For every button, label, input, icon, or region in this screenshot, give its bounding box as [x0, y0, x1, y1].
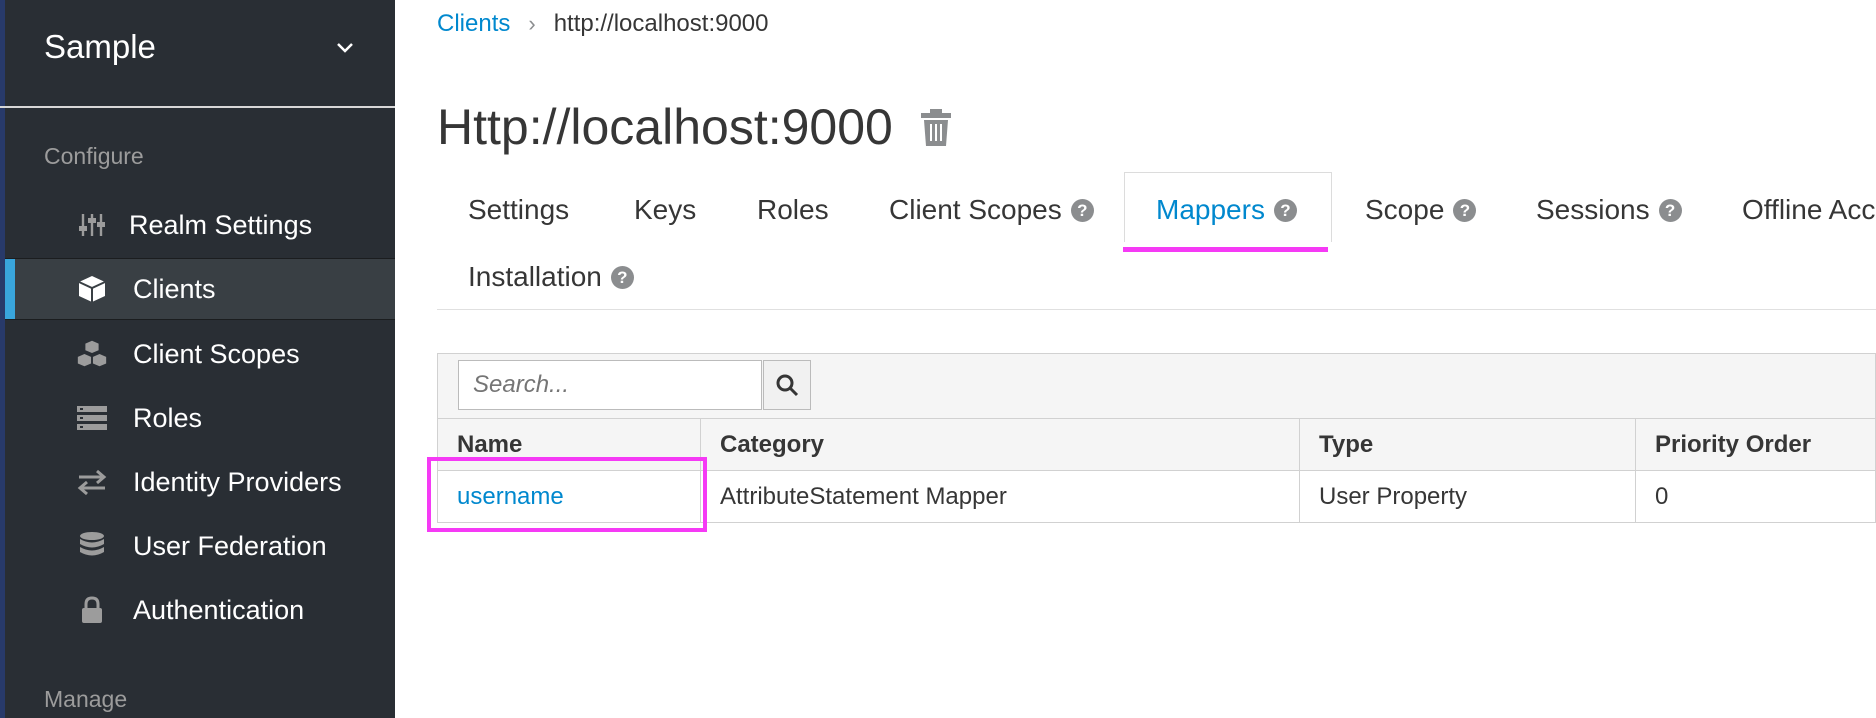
exchange-icon: [75, 467, 109, 497]
sidebar-item-roles[interactable]: Roles: [5, 387, 395, 449]
cell-category: AttributeStatement Mapper: [700, 470, 1300, 523]
column-header-type[interactable]: Type: [1299, 418, 1636, 471]
chevron-right-icon: ›: [528, 11, 536, 36]
tabs-divider: [437, 309, 1876, 310]
help-icon[interactable]: ?: [1273, 198, 1297, 222]
search-icon: [776, 374, 799, 397]
tab-label: Roles: [757, 194, 829, 225]
tab-label: Keys: [634, 194, 697, 225]
sidebar-item-clients[interactable]: Clients: [5, 258, 395, 320]
breadcrumb-current: http://localhost:9000: [553, 10, 769, 37]
lock-icon: [75, 595, 109, 625]
help-icon[interactable]: ?: [1453, 198, 1477, 222]
tab-label: Settings: [468, 194, 570, 225]
username-highlight: [427, 457, 707, 532]
tab-label: Installation: [468, 261, 602, 292]
configure-section-label: Configure: [44, 143, 144, 169]
tab-mappers-highlight: [1123, 247, 1328, 252]
cube-icon: [75, 274, 109, 304]
tab-keys[interactable]: Keys: [634, 190, 696, 230]
search-button[interactable]: [763, 360, 811, 410]
sidebar-item-label: Authentication: [133, 594, 305, 625]
tab-installation[interactable]: Installation ?: [468, 257, 634, 297]
tab-settings[interactable]: Settings: [468, 190, 569, 230]
sidebar-item-label: Identity Providers: [133, 466, 342, 497]
cell-priority: 0: [1635, 470, 1876, 523]
sliders-icon: [75, 210, 109, 240]
cell-type: User Property: [1299, 470, 1636, 523]
sidebar: Sample Configure Realm Settings Clients: [0, 0, 395, 718]
database-icon: [75, 531, 109, 561]
help-icon[interactable]: ?: [610, 265, 634, 289]
column-header-priority-order[interactable]: Priority Order: [1635, 418, 1876, 471]
sidebar-item-label: Client Scopes: [133, 338, 300, 369]
sidebar-item-identity-providers[interactable]: Identity Providers: [5, 451, 395, 513]
sidebar-item-label: Clients: [133, 273, 216, 304]
tab-scope[interactable]: Scope ?: [1365, 190, 1477, 230]
realm-name: Sample: [44, 28, 156, 65]
sidebar-item-realm-settings[interactable]: Realm Settings: [5, 194, 395, 256]
cubes-icon: [75, 339, 109, 369]
sidebar-item-label: Realm Settings: [129, 209, 313, 240]
main-content: Clients › http://localhost:9000 Http://l…: [396, 0, 1876, 718]
breadcrumb: Clients › http://localhost:9000: [437, 10, 769, 38]
help-icon[interactable]: ?: [1658, 198, 1682, 222]
tab-label: Offline Acc: [1742, 194, 1876, 225]
help-icon[interactable]: ?: [1070, 198, 1094, 222]
sidebar-item-label: User Federation: [133, 530, 327, 561]
sidebar-item-user-federation[interactable]: User Federation: [5, 515, 395, 577]
page-title: Http://localhost:9000: [437, 99, 893, 155]
tab-label: Sessions: [1536, 194, 1650, 225]
column-header-category[interactable]: Category: [700, 418, 1300, 471]
sidebar-item-client-scopes[interactable]: Client Scopes: [5, 323, 395, 385]
trash-icon[interactable]: [919, 108, 953, 148]
sidebar-item-label: Roles: [133, 402, 203, 433]
tab-roles[interactable]: Roles: [757, 190, 829, 230]
list-icon: [75, 403, 109, 433]
tab-label: Scope: [1365, 194, 1445, 225]
tab-client-scopes[interactable]: Client Scopes ?: [889, 190, 1094, 230]
tab-offline-access[interactable]: Offline Acc: [1742, 190, 1875, 230]
manage-section-label: Manage: [44, 686, 128, 712]
realm-selector[interactable]: Sample: [0, 0, 395, 108]
search-input[interactable]: [458, 360, 762, 410]
table-toolbar: [437, 353, 1876, 418]
tab-mappers[interactable]: Mappers ?: [1156, 190, 1297, 230]
breadcrumb-clients-link[interactable]: Clients: [437, 10, 510, 38]
chevron-down-icon: [337, 43, 353, 53]
sidebar-item-authentication[interactable]: Authentication: [5, 579, 395, 641]
tab-label: Mappers: [1156, 194, 1265, 225]
tab-sessions[interactable]: Sessions ?: [1536, 190, 1682, 230]
tab-label: Client Scopes: [889, 194, 1062, 225]
